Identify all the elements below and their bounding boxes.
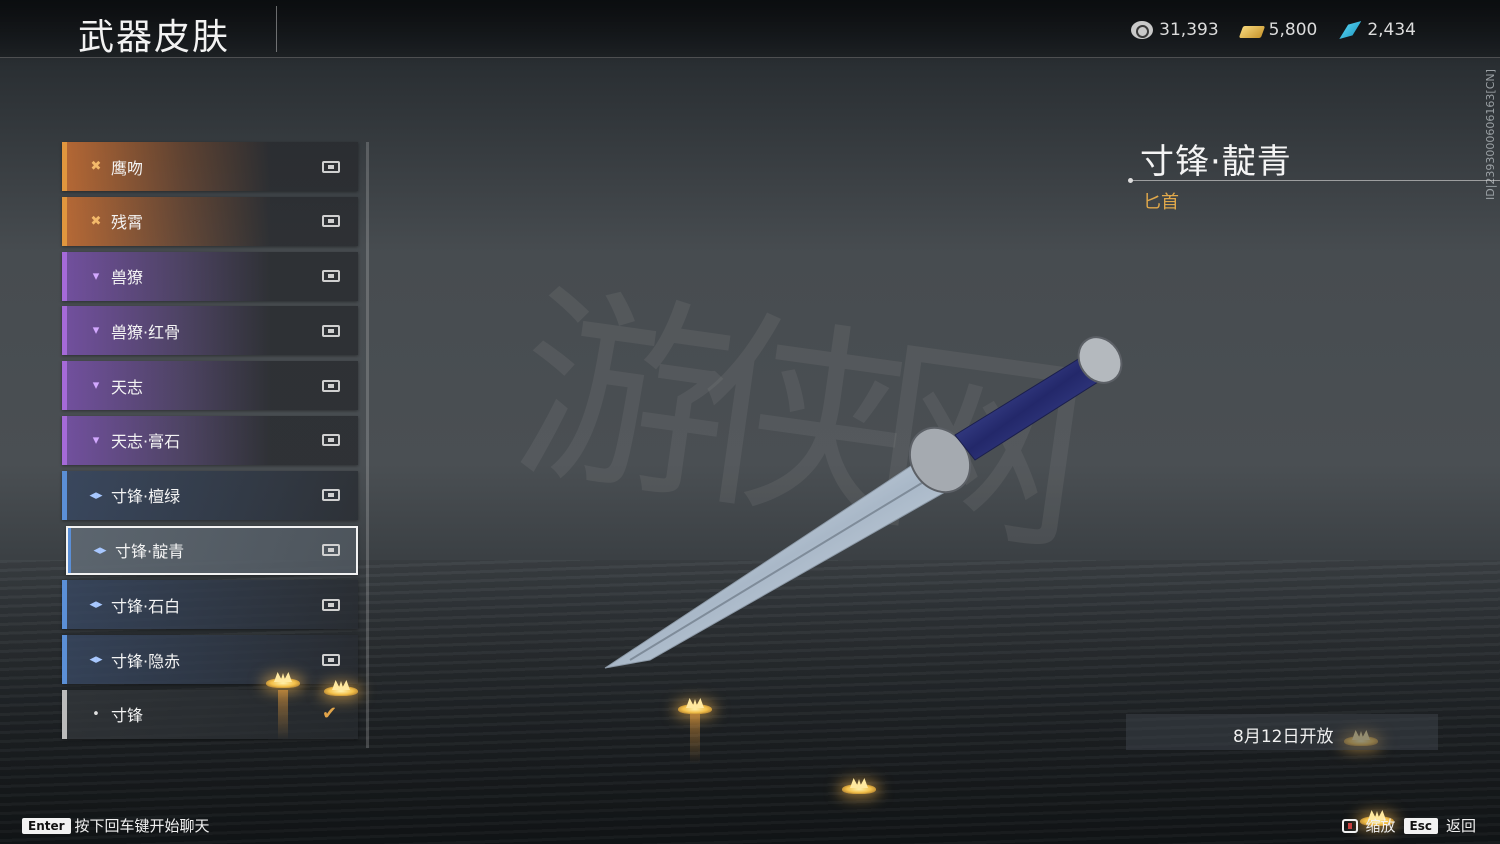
skin-list-item[interactable]: ▾ 兽獠: [62, 251, 358, 301]
skin-list-item[interactable]: • 寸锋 ✔: [62, 689, 358, 739]
lock-icon: [322, 598, 340, 611]
list-scrollbar[interactable]: [366, 142, 369, 748]
rarity-purple-icon: ▾: [92, 432, 100, 448]
skin-label: 天志·膏石: [111, 432, 181, 452]
zoom-icon[interactable]: [1341, 818, 1358, 833]
esc-key[interactable]: Esc: [1403, 817, 1438, 834]
weapon-divider: [1130, 180, 1500, 181]
gold-ingot-icon: [1238, 25, 1265, 38]
zoom-label[interactable]: 缩放: [1366, 815, 1396, 836]
currency-jade: 2,434: [1339, 20, 1416, 40]
skin-list-item[interactable]: ◂▸ 寸锋·檀绿: [62, 470, 358, 520]
floating-lantern: [678, 698, 712, 714]
skin-label: 寸锋·靛青: [115, 542, 185, 562]
rarity-blue-icon: ◂▸: [89, 652, 103, 668]
rarity-orange-icon: ✖: [90, 159, 102, 174]
back-label[interactable]: 返回: [1446, 815, 1476, 836]
lock-icon: [322, 215, 340, 228]
floating-lantern: [266, 672, 300, 688]
skin-list: ✖ 鹰吻 ✖ 残霄 ▾ 兽獠 ▾ 兽獠·红骨 ▾ 天志 ▾ 天志·膏石 ◂▸ 寸锋·檀绿 ◂▸ 寸锋·靛青 ◂▸…: [62, 142, 362, 745]
currency-jade-value: 2,434: [1367, 20, 1416, 40]
dagger-grip: [954, 357, 1099, 461]
currency-coin-value: 31,393: [1159, 20, 1219, 40]
rarity-blue-icon: ◂▸: [89, 487, 103, 503]
skin-list-item[interactable]: ✖ 残霄: [62, 196, 358, 246]
skin-list-item[interactable]: ▾ 天志·膏石: [62, 415, 358, 465]
skin-label: 寸锋: [111, 706, 144, 726]
weapon-divider-dot: [1128, 178, 1133, 183]
rarity-blue-icon: ◂▸: [93, 542, 107, 558]
weapon-header: 寸锋·靛青: [1140, 134, 1292, 183]
weapon-type: 匕首: [1143, 192, 1179, 213]
page-title: 武器皮肤: [78, 17, 231, 58]
lock-icon: [322, 270, 340, 283]
skin-label: 寸锋·隐赤: [111, 651, 181, 671]
lantern-reflection: [278, 690, 288, 740]
currency-gold-value: 5,800: [1268, 20, 1318, 40]
skin-list-item[interactable]: ◂▸ 寸锋·隐赤: [62, 635, 358, 685]
skin-list-item[interactable]: ▾ 兽獠·红骨: [62, 306, 358, 356]
rarity-purple-icon: ▾: [92, 378, 100, 394]
skin-label: 残霄: [111, 213, 144, 233]
enter-key: Enter: [22, 817, 71, 834]
lock-icon: [322, 434, 340, 447]
footer-actions: 缩放 Esc 返回: [1341, 815, 1476, 836]
rarity-purple-icon: ▾: [92, 268, 100, 284]
rarity-grey-icon: •: [92, 706, 100, 722]
release-text: 8月12日开放: [1233, 727, 1334, 747]
skin-list-item[interactable]: ◂▸ 寸锋·靛青: [66, 525, 358, 575]
lock-icon: [322, 544, 340, 557]
floating-lantern: [842, 778, 876, 794]
lock-icon: [322, 653, 340, 666]
lantern-reflection: [690, 714, 700, 764]
currency-gold: 5,800: [1238, 20, 1318, 40]
currency-bar: 31,393 5,800 2,434: [1131, 20, 1416, 40]
rarity-purple-icon: ▾: [92, 323, 100, 339]
rarity-orange-icon: ✖: [90, 213, 102, 229]
skin-label: 天志: [111, 377, 144, 397]
title-divider: [276, 6, 277, 52]
skin-label: 寸锋·檀绿: [111, 487, 181, 507]
dagger-blade: [604, 459, 953, 669]
skin-label: 鹰吻: [111, 158, 144, 178]
check-icon: ✔: [322, 703, 338, 725]
skin-list-item[interactable]: ▾ 天志: [62, 361, 358, 411]
weapon-name: 寸锋·靛青: [1140, 142, 1292, 182]
currency-coin: 31,393: [1131, 20, 1219, 40]
skin-list-item[interactable]: ◂▸ 寸锋·石白: [62, 580, 358, 630]
chat-hint-text: 按下回车键开始聊天: [74, 817, 210, 835]
skin-label: 兽獠: [111, 268, 144, 288]
dagger-model[interactable]: [590, 320, 1150, 690]
skin-label: 兽獠·红骨: [111, 322, 181, 342]
lock-icon: [322, 489, 340, 502]
floating-lantern: [324, 680, 358, 696]
lock-icon: [322, 379, 340, 392]
skin-list-item[interactable]: ✖ 鹰吻: [62, 142, 358, 191]
coin-icon: [1131, 21, 1154, 39]
chat-hint[interactable]: Enter 按下回车键开始聊天: [22, 815, 210, 836]
rarity-blue-icon: ◂▸: [89, 597, 103, 613]
lock-icon: [322, 324, 340, 337]
jade-feather-icon: [1339, 21, 1362, 39]
lock-icon: [322, 160, 340, 173]
top-bar: 武器皮肤 31,393 5,800 2,434: [0, 0, 1500, 58]
skin-label: 寸锋·石白: [111, 596, 181, 616]
